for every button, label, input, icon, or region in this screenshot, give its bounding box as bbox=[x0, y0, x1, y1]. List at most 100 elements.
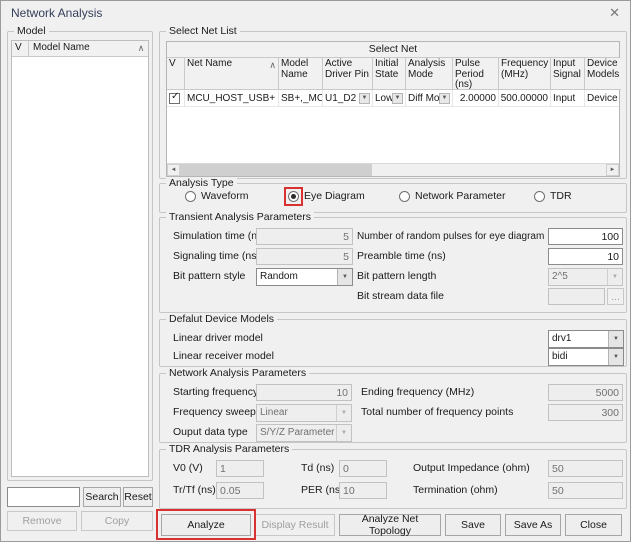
save-as-button[interactable]: Save As bbox=[505, 514, 561, 536]
bit-pattern-style-value: Random bbox=[257, 269, 337, 285]
per-input bbox=[339, 482, 387, 499]
bit-stream-file-label: Bit stream data file bbox=[357, 288, 444, 305]
horizontal-scrollbar[interactable]: ◄ ► bbox=[167, 163, 619, 176]
net-row-pulse-period[interactable]: 2.00000 bbox=[453, 90, 499, 106]
device-models-group-label: Defalut Device Models bbox=[166, 313, 277, 325]
close-button[interactable]: Close bbox=[565, 514, 622, 536]
net-row-check-cell[interactable] bbox=[167, 90, 185, 106]
tr-tf-label: Tr/Tf (ns) bbox=[173, 482, 216, 499]
scrollbar-track[interactable] bbox=[180, 164, 606, 176]
ending-frequency-label: Ending frequency (MHz) bbox=[361, 384, 474, 401]
dropdown-icon[interactable]: ▼ bbox=[608, 349, 623, 365]
model-col-v[interactable]: V bbox=[12, 41, 29, 56]
copy-button: Copy bbox=[81, 511, 153, 531]
col-input-signal[interactable]: Input Signal bbox=[551, 58, 585, 90]
random-pulses-input[interactable] bbox=[548, 228, 623, 245]
net-row-input-signal[interactable]: Input bbox=[551, 90, 585, 106]
reset-button[interactable]: Reset bbox=[123, 487, 153, 507]
frequency-sweep-type-combo: Linear ▼ bbox=[256, 404, 352, 422]
bit-pattern-style-combo[interactable]: Random ▼ bbox=[256, 268, 353, 286]
waveform-radio-label[interactable]: Waveform bbox=[201, 188, 248, 205]
linear-receiver-model-value: bidi bbox=[549, 349, 608, 365]
model-list-header[interactable]: V Model Name ∧ bbox=[12, 41, 148, 57]
signaling-time-input bbox=[256, 248, 353, 265]
col-frequency[interactable]: Frequency (MHz) bbox=[499, 58, 551, 90]
net-table-row[interactable]: MCU_HOST_USB+ SB+,_MCl U1_D2 ▼ Low ▼ Dif… bbox=[167, 90, 619, 107]
dropdown-icon[interactable]: ▼ bbox=[337, 269, 352, 285]
dropdown-icon[interactable]: ▼ bbox=[439, 93, 450, 104]
preamble-time-input[interactable] bbox=[548, 248, 623, 265]
col-pulse-period[interactable]: Pulse Period (ns) bbox=[453, 58, 499, 90]
scroll-left-icon[interactable]: ◄ bbox=[167, 164, 180, 176]
browse-button: ... bbox=[607, 288, 624, 305]
col-device-models[interactable]: Device Models bbox=[585, 58, 621, 90]
dropdown-icon[interactable]: ▼ bbox=[392, 93, 403, 104]
termination-label: Termination (ohm) bbox=[413, 482, 498, 499]
net-row-frequency[interactable]: 500.00000 bbox=[499, 90, 551, 106]
model-group-label: Model bbox=[14, 25, 49, 37]
model-list-body[interactable] bbox=[12, 57, 148, 476]
linear-driver-model-value: drv1 bbox=[549, 331, 608, 347]
net-row-active-driver-pin[interactable]: U1_D2 ▼ bbox=[323, 90, 373, 106]
eye-diagram-radio-label[interactable]: Eye Diagram bbox=[304, 188, 365, 205]
net-row-checkbox[interactable] bbox=[169, 93, 180, 104]
window-title: Network Analysis bbox=[11, 6, 102, 20]
output-data-type-value: S/Y/Z Parameter bbox=[257, 425, 336, 441]
col-active-driver-pin[interactable]: Active Driver Pin bbox=[323, 58, 373, 90]
display-result-button: Display Result bbox=[255, 514, 335, 536]
total-frequency-points-input bbox=[548, 404, 623, 421]
sort-asc-icon[interactable]: ∧ bbox=[134, 41, 148, 56]
col-net-name[interactable]: Net Name ∧ bbox=[185, 58, 279, 90]
frequency-sweep-type-value: Linear bbox=[257, 405, 336, 421]
network-parameter-radio-label[interactable]: Network Parameter bbox=[415, 188, 505, 205]
starting-frequency-input bbox=[256, 384, 352, 401]
net-table-header: V Net Name ∧ Model Name Active Driver Pi… bbox=[167, 58, 619, 90]
bit-pattern-length-combo: 2^5 ▼ bbox=[548, 268, 623, 286]
analyze-net-topology-button[interactable]: Analyze Net Topology bbox=[339, 514, 441, 536]
net-row-device-models[interactable]: Device bbox=[585, 90, 621, 106]
dropdown-icon: ▼ bbox=[607, 269, 622, 285]
waveform-radio[interactable] bbox=[185, 191, 196, 202]
net-row-net-name[interactable]: MCU_HOST_USB+ bbox=[185, 90, 279, 106]
col-initial-state[interactable]: Initial State bbox=[373, 58, 406, 90]
preamble-time-label: Preamble time (ns) bbox=[357, 248, 446, 265]
bit-pattern-length-label: Bit pattern length bbox=[357, 268, 436, 285]
tdr-radio-label[interactable]: TDR bbox=[550, 188, 572, 205]
net-table-body[interactable] bbox=[167, 107, 619, 163]
scrollbar-thumb[interactable] bbox=[180, 164, 372, 176]
dropdown-icon[interactable]: ▼ bbox=[359, 93, 370, 104]
dropdown-icon[interactable]: ▼ bbox=[608, 331, 623, 347]
close-icon[interactable]: ✕ bbox=[609, 5, 620, 21]
net-row-initial-state[interactable]: Low ▼ bbox=[373, 90, 406, 106]
ending-frequency-input bbox=[548, 384, 623, 401]
output-impedance-label: Output Impedance (ohm) bbox=[413, 460, 530, 477]
model-col-name[interactable]: Model Name bbox=[29, 41, 134, 56]
output-data-type-label: Ouput data type bbox=[173, 424, 248, 441]
tdr-radio[interactable] bbox=[534, 191, 545, 202]
save-button[interactable]: Save bbox=[445, 514, 501, 536]
net-row-model-name[interactable]: SB+,_MCl bbox=[279, 90, 323, 106]
search-button[interactable]: Search bbox=[83, 487, 121, 507]
linear-receiver-model-label: Linear receiver model bbox=[173, 348, 274, 365]
tr-tf-input bbox=[216, 482, 264, 499]
col-net-name-label: Net Name bbox=[187, 58, 232, 69]
linear-driver-model-combo[interactable]: drv1 ▼ bbox=[548, 330, 624, 348]
td-input bbox=[339, 460, 387, 477]
eye-diagram-radio[interactable] bbox=[288, 191, 299, 202]
linear-receiver-model-combo[interactable]: bidi ▼ bbox=[548, 348, 624, 366]
network-parameter-radio[interactable] bbox=[399, 191, 410, 202]
transient-group-label: Transient Analysis Parameters bbox=[166, 211, 314, 223]
model-search-input[interactable] bbox=[7, 487, 80, 507]
bit-stream-file-input bbox=[548, 288, 605, 305]
output-impedance-input bbox=[548, 460, 623, 477]
col-model-name[interactable]: Model Name bbox=[279, 58, 323, 90]
col-analysis-mode[interactable]: Analysis Mode bbox=[406, 58, 453, 90]
network-params-group-label: Network Analysis Parameters bbox=[166, 367, 309, 379]
v0-label: V0 (V) bbox=[173, 460, 203, 477]
net-row-analysis-mode[interactable]: Diff Mo ▼ bbox=[406, 90, 453, 106]
col-v[interactable]: V bbox=[167, 58, 185, 90]
scroll-right-icon[interactable]: ► bbox=[606, 164, 619, 176]
analyze-button[interactable]: Analyze bbox=[161, 514, 251, 536]
termination-input bbox=[548, 482, 623, 499]
model-group: Model V Model Name ∧ bbox=[7, 31, 153, 481]
